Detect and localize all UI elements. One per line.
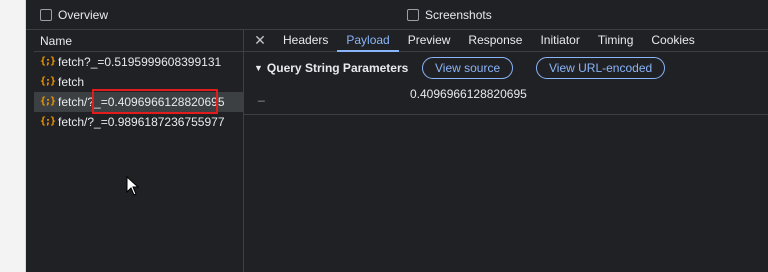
param-name: _ [258, 88, 265, 102]
tab-response[interactable]: Response [459, 29, 531, 51]
tab-cookies[interactable]: Cookies [642, 29, 703, 51]
tab-preview[interactable]: Preview [399, 29, 460, 51]
triangle-down-icon: ▼ [254, 63, 263, 73]
screenshots-checkbox[interactable]: Screenshots [407, 8, 492, 22]
fetch-request-icon: {;} [40, 76, 56, 87]
fetch-request-icon: {;} [40, 96, 56, 107]
overview-checkbox[interactable]: Overview [40, 8, 108, 22]
overview-checkbox-box[interactable] [40, 9, 52, 21]
query-param-row: _ 0.4096966128820695 [244, 84, 768, 106]
request-row[interactable]: {;} fetch/?_=0.9896187236755977 [34, 112, 243, 132]
fetch-request-icon: {;} [40, 116, 56, 127]
section-title: Query String Parameters [266, 61, 409, 75]
close-icon[interactable]: ✕ [250, 29, 270, 51]
name-column-header[interactable]: Name [34, 30, 243, 52]
network-content: Name {;} fetch?_=0.5195999608399131 {;} … [26, 30, 768, 272]
fetch-request-icon: {;} [40, 56, 56, 67]
request-name: fetch [58, 75, 85, 89]
annotation-highlight-box [92, 89, 218, 114]
network-devtools-panel: Overview Screenshots Name {;} fetch?_=0.… [26, 0, 768, 272]
tab-timing[interactable]: Timing [589, 29, 643, 51]
details-tab-bar: ✕ Headers Payload Preview Response Initi… [244, 30, 768, 52]
network-options-row: Overview Screenshots [26, 0, 768, 30]
view-source-button[interactable]: View source [422, 57, 514, 79]
request-list-panel: Name {;} fetch?_=0.5195999608399131 {;} … [34, 30, 244, 272]
request-name: fetch/?_=0.9896187236755977 [58, 115, 225, 129]
param-value: 0.4096966128820695 [410, 87, 527, 101]
details-divider [244, 114, 768, 115]
tab-payload[interactable]: Payload [337, 29, 400, 52]
screenshot-root: Overview Screenshots Name {;} fetch?_=0.… [0, 0, 768, 272]
overview-label: Overview [58, 8, 109, 22]
mouse-cursor-icon [126, 176, 140, 196]
request-row-selected[interactable]: {;} fetch/?_=0.4096966128820695 [34, 89, 243, 114]
screenshots-checkbox-box[interactable] [407, 9, 419, 21]
request-details-panel: ✕ Headers Payload Preview Response Initi… [244, 30, 768, 272]
tab-headers[interactable]: Headers [274, 29, 337, 51]
tab-initiator[interactable]: Initiator [531, 29, 588, 51]
screenshots-label: Screenshots [425, 8, 492, 22]
request-row[interactable]: {;} fetch?_=0.5195999608399131 [34, 52, 243, 72]
query-params-section-header: ▼ Query String Parameters View source Vi… [244, 52, 768, 84]
query-params-toggle[interactable]: ▼ Query String Parameters [254, 61, 408, 75]
view-url-encoded-button[interactable]: View URL-encoded [536, 57, 666, 79]
request-name: fetch?_=0.5195999608399131 [58, 55, 222, 69]
page-edge-strip [0, 0, 26, 272]
